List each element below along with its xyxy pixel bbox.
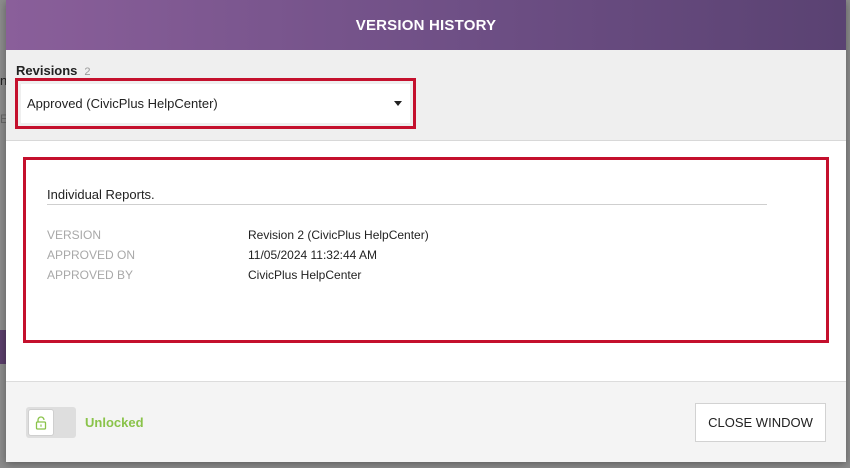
- revisions-label: Revisions: [16, 63, 78, 78]
- modal-footer: Unlocked CLOSE WINDOW: [6, 381, 846, 462]
- meta-key: APPROVED BY: [47, 268, 134, 282]
- close-window-button[interactable]: CLOSE WINDOW: [695, 403, 826, 442]
- revision-select[interactable]: Approved (CivicPlus HelpCenter): [21, 84, 410, 123]
- unlock-icon: [28, 409, 54, 436]
- meta-row-version: VERSION Revision 2 (CivicPlus HelpCenter…: [47, 228, 429, 242]
- revisions-count: 2: [84, 66, 91, 78]
- revision-select-highlight: Approved (CivicPlus HelpCenter): [15, 78, 416, 129]
- version-history-modal: VERSION HISTORY Revisions 2 Approved (Ci…: [6, 0, 846, 462]
- meta-key: APPROVED ON: [47, 248, 136, 262]
- meta-value: CivicPlus HelpCenter: [248, 268, 362, 282]
- document-title: Individual Reports.: [47, 187, 155, 202]
- revision-select-value: Approved (CivicPlus HelpCenter): [27, 96, 218, 111]
- meta-row-approved-on: APPROVED ON 11/05/2024 11:32:44 AM: [47, 248, 377, 262]
- meta-value: 11/05/2024 11:32:44 AM: [248, 248, 377, 262]
- lock-status-label: Unlocked: [85, 415, 144, 430]
- revisions-section: Revisions 2 Approved (CivicPlus HelpCent…: [6, 50, 846, 141]
- meta-key: VERSION: [47, 228, 102, 242]
- meta-value: Revision 2 (CivicPlus HelpCenter): [248, 228, 429, 242]
- caret-down-icon: [394, 101, 402, 106]
- lock-toggle[interactable]: [26, 407, 76, 438]
- modal-header: VERSION HISTORY: [6, 0, 846, 50]
- divider: [47, 204, 767, 205]
- revisions-label-group: Revisions 2: [16, 63, 91, 78]
- modal-title: VERSION HISTORY: [355, 16, 497, 34]
- meta-row-approved-by: APPROVED BY CivicPlus HelpCenter: [47, 268, 361, 282]
- revision-details-area: Individual Reports. VERSION Revision 2 (…: [6, 141, 846, 381]
